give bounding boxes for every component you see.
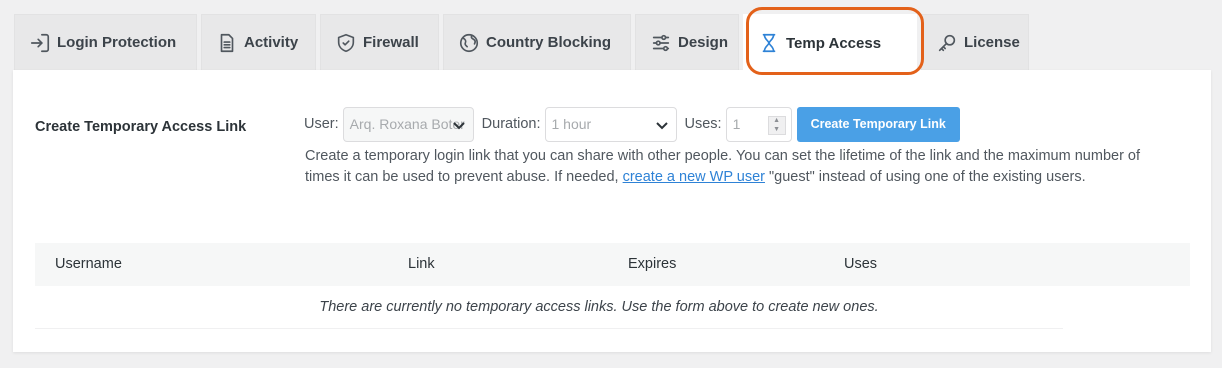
create-temporary-link-button[interactable]: Create Temporary Link <box>796 106 960 142</box>
user-select-value: Arq. Roxana Boter <box>349 116 465 132</box>
tab-login-protection[interactable]: Login Protection <box>14 14 197 70</box>
tab-firewall[interactable]: Firewall <box>320 14 439 70</box>
tab-design[interactable]: Design <box>635 14 739 70</box>
table-header: Username Link Expires Uses <box>35 243 1190 286</box>
hourglass-icon <box>758 32 780 54</box>
stepper-up-icon[interactable]: ▲ <box>769 117 785 126</box>
tab-label: Activity <box>244 34 299 51</box>
form-title: Create Temporary Access Link <box>35 119 247 135</box>
key-icon <box>936 32 958 54</box>
tab-label: Firewall <box>363 34 419 51</box>
tab-label: Design <box>678 34 729 51</box>
uses-input[interactable]: 1 ▲ ▼ <box>725 106 792 142</box>
document-icon <box>216 32 238 54</box>
login-icon <box>29 32 51 54</box>
duration-select[interactable]: 1 hour <box>544 106 677 142</box>
globe-icon <box>458 32 480 54</box>
description-text-end: "guest" instead of using one of the exis… <box>764 168 1086 185</box>
column-header-link: Link <box>408 256 435 272</box>
form-controls: User: Arq. Roxana Boter Duration: 1 hour… <box>304 106 960 142</box>
chevron-down-icon <box>451 117 467 133</box>
uses-label: Uses: <box>684 116 722 132</box>
uses-input-value: 1 <box>732 116 741 132</box>
form-description: Create a temporary login link that you c… <box>305 146 1155 187</box>
column-header-uses: Uses <box>844 256 878 272</box>
empty-table-message: There are currently no temporary access … <box>35 286 1063 329</box>
create-wp-user-link[interactable]: create a new WP user <box>623 169 765 185</box>
tab-label: Login Protection <box>57 34 177 51</box>
tab-activity[interactable]: Activity <box>201 14 316 70</box>
user-select[interactable]: Arq. Roxana Boter <box>342 106 474 142</box>
duration-label: Duration: <box>481 116 541 132</box>
tab-label: License <box>964 34 1020 51</box>
duration-select-value: 1 hour <box>551 116 592 132</box>
temp-access-panel: Create Temporary Access Link User: Arq. … <box>13 70 1211 352</box>
temp-links-table: Username Link Expires Uses There are cur… <box>35 243 1190 329</box>
column-header-username: Username <box>55 256 122 272</box>
user-label: User: <box>304 116 339 132</box>
tab-bar: Login Protection Activity Firewall Count… <box>14 7 1029 75</box>
tab-country-blocking[interactable]: Country Blocking <box>443 14 631 70</box>
tab-temp-access[interactable]: Temp Access <box>743 7 924 75</box>
sliders-icon <box>650 32 672 54</box>
stepper-down-icon[interactable]: ▼ <box>769 125 785 134</box>
chevron-down-icon <box>654 117 670 133</box>
tab-label: Country Blocking <box>486 34 612 51</box>
column-header-expires: Expires <box>628 256 677 272</box>
tab-label: Temp Access <box>786 34 882 52</box>
uses-stepper[interactable]: ▲ ▼ <box>767 115 786 135</box>
tab-license[interactable]: License <box>921 14 1029 70</box>
shield-icon <box>335 32 357 54</box>
